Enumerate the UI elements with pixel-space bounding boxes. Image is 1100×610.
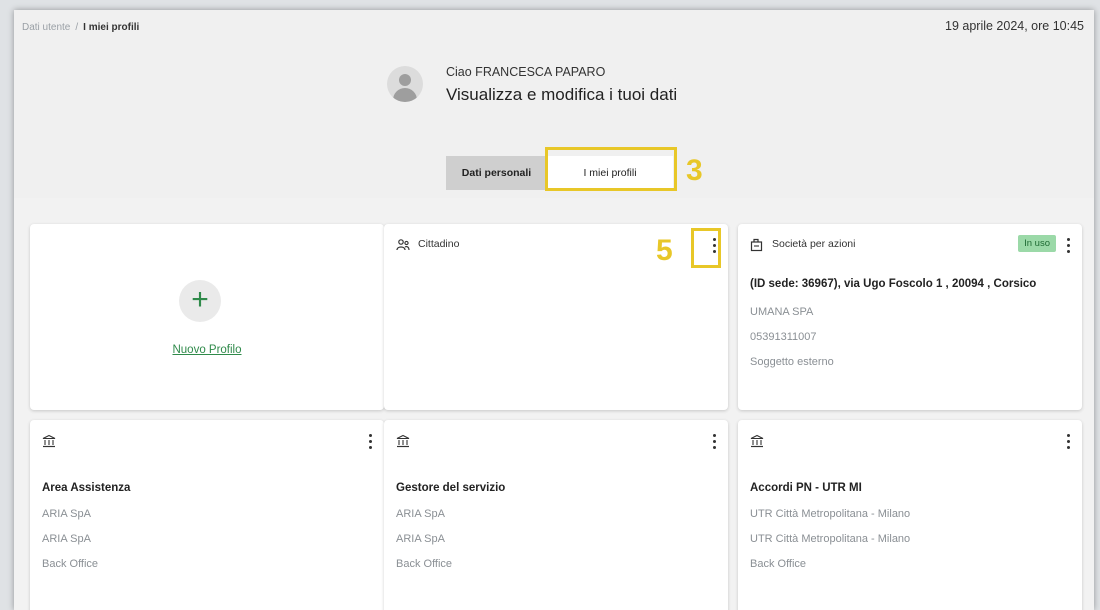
institution-icon: [396, 434, 410, 448]
app-frame: Dati utente / I miei profili 19 aprile 202…: [14, 10, 1094, 610]
annotation-number-3: 3: [686, 154, 703, 187]
profile-detail-1: UMANA SPA: [750, 306, 814, 318]
profile-detail-2: UTR Città Metropolitana - Milano: [750, 533, 911, 545]
breadcrumb-separator: /: [75, 22, 79, 33]
more-options-icon[interactable]: [1064, 234, 1074, 256]
profile-type-label: Cittadino: [418, 238, 460, 250]
card-profile-societa[interactable]: Società per azioni In uso (ID sede: 3696…: [738, 224, 1082, 410]
page-subtitle: Visualizza e modifica i tuoi dati: [446, 85, 678, 104]
annotation-number-5: 5: [656, 234, 673, 267]
profile-title: (ID sede: 36967), via Ugo Foscolo 1 , 20…: [750, 278, 1037, 290]
card-profile-cittadino[interactable]: Cittadino 5: [384, 224, 728, 410]
card-profile-area-assistenza[interactable]: Area Assistenza ARIA SpA ARIA SpA Back O…: [30, 420, 384, 610]
profile-detail-1: UTR Città Metropolitana - Milano: [750, 508, 911, 520]
avatar: [387, 66, 423, 102]
breadcrumb-current: I miei profili: [83, 22, 140, 33]
person-icon: [396, 239, 410, 251]
breadcrumb-parent[interactable]: Dati utente: [22, 22, 70, 33]
more-options-icon[interactable]: [366, 430, 376, 452]
page-header: Dati utente / I miei profili 19 aprile 202…: [14, 10, 1094, 198]
datetime-label: 19 aprile 2024, ore 10:45: [945, 19, 1084, 33]
profile-detail-3: Soggetto esterno: [750, 356, 834, 368]
institution-icon: [750, 434, 764, 448]
profile-detail-3: Back Office: [750, 558, 807, 570]
plus-icon[interactable]: +: [179, 280, 221, 322]
avatar-body-shape: [393, 88, 417, 102]
profile-title: Area Assistenza: [42, 482, 131, 494]
profile-title: Accordi PN - UTR MI: [750, 482, 862, 494]
user-greeting: Ciao FRANCESCA PAPARO: [446, 65, 606, 79]
profile-detail-1: ARIA SpA: [42, 508, 91, 520]
more-options-icon[interactable]: [710, 430, 720, 452]
profile-detail-3: Back Office: [42, 558, 99, 570]
institution-icon: [42, 434, 56, 448]
breadcrumb: Dati utente / I miei profili: [22, 22, 139, 33]
company-icon: [750, 238, 763, 252]
status-badge: In uso: [1018, 235, 1056, 252]
profile-detail-2: 05391311007: [750, 331, 817, 343]
profile-title: Gestore del servizio: [396, 482, 506, 494]
card-profile-accordi[interactable]: Accordi PN - UTR MI UTR Città Metropolit…: [738, 420, 1082, 610]
card-profile-gestore[interactable]: Gestore del servizio ARIA SpA ARIA SpA B…: [384, 420, 728, 610]
profile-detail-2: ARIA SpA: [396, 533, 445, 545]
profile-detail-1: ARIA SpA: [396, 508, 445, 520]
profile-type-label: Società per azioni: [772, 238, 856, 250]
tab-dati-personali[interactable]: Dati personali: [446, 156, 547, 190]
avatar-head-shape: [399, 74, 411, 86]
more-options-icon[interactable]: [1064, 430, 1074, 452]
new-profile-link[interactable]: Nuovo Profilo: [30, 344, 384, 356]
highlight-box-menu: [691, 228, 721, 268]
highlight-box-tab: [545, 147, 677, 191]
profile-detail-2: ARIA SpA: [42, 533, 91, 545]
card-new-profile[interactable]: + Nuovo Profilo: [30, 224, 384, 410]
profile-detail-3: Back Office: [396, 558, 453, 570]
